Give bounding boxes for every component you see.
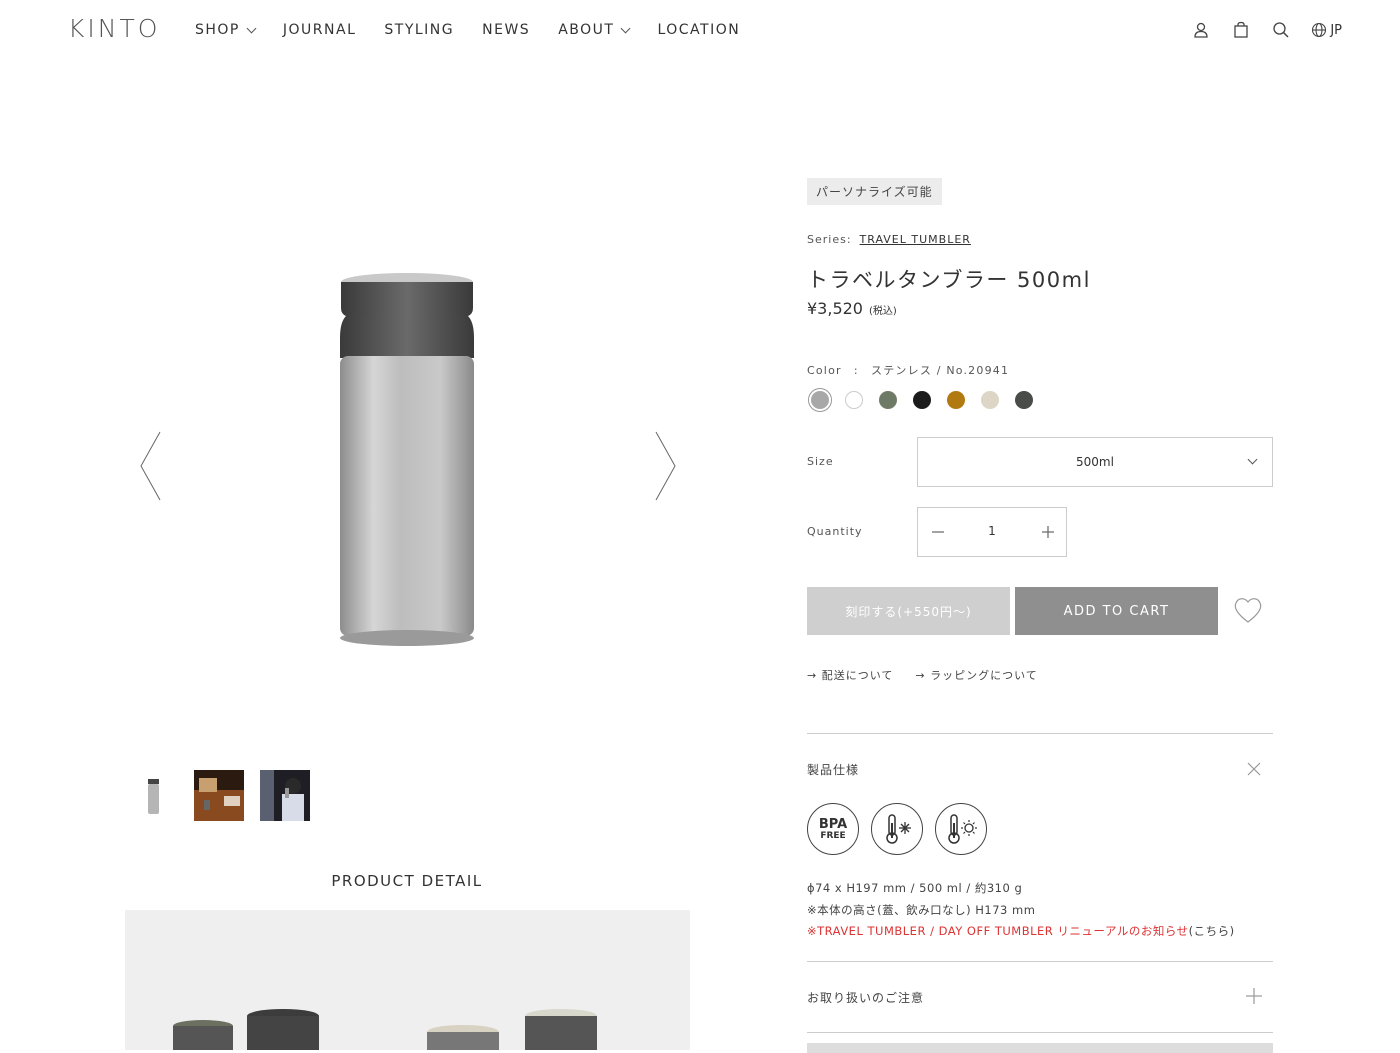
personalize-tag: パーソナライズ可能 <box>807 178 942 205</box>
close-icon[interactable] <box>1245 760 1263 778</box>
next-arrow-icon[interactable] <box>652 430 678 502</box>
color-swatch[interactable] <box>845 391 863 409</box>
thumbnail-cafe-scene[interactable] <box>194 770 244 821</box>
heart-icon[interactable] <box>1232 595 1264 625</box>
chevron-down-icon <box>1247 454 1258 465</box>
nav-about-label: ABOUT <box>558 22 615 38</box>
prev-arrow-icon[interactable] <box>138 430 164 502</box>
quantity-value[interactable]: 1 <box>972 524 1012 538</box>
product-price: ¥3,520 (税込) <box>807 299 897 318</box>
shipping-link[interactable]: → 配送について <box>807 667 893 683</box>
series-link[interactable]: TRAVEL TUMBLER <box>860 233 971 246</box>
spec-badges: BPA FREE <box>807 803 987 855</box>
main-nav: SHOP JOURNAL STYLING NEWS ABOUT LOCATION <box>195 22 768 38</box>
size-value: 500ml <box>1076 455 1114 469</box>
plus-icon[interactable] <box>1038 522 1058 542</box>
color-swatch[interactable] <box>879 391 897 409</box>
minus-icon[interactable] <box>928 522 948 542</box>
bpa-free-icon: BPA FREE <box>807 803 859 855</box>
divider <box>807 1032 1273 1033</box>
info-links: → 配送について → ラッピングについて <box>807 667 1038 683</box>
wrapping-link-label: ラッピングについて <box>930 669 1038 682</box>
arrow-right-icon: → <box>807 669 822 682</box>
product-title: トラベルタンブラー 500ml <box>807 268 1091 292</box>
next-section-bar <box>807 1043 1273 1053</box>
thumbnail-person-drinking[interactable] <box>260 770 310 821</box>
nav-location[interactable]: LOCATION <box>657 22 740 38</box>
nav-journal-label: JOURNAL <box>282 22 357 38</box>
series-label: Series: <box>807 233 852 246</box>
nav-styling-label: STYLING <box>384 22 455 38</box>
tax-note: (税込) <box>868 306 897 317</box>
bpa-text: BPA <box>818 816 848 832</box>
color-label: Color : ステンレス / No.20941 <box>807 364 1010 377</box>
cart-icon[interactable] <box>1231 20 1251 40</box>
hot-thermometer-icon <box>935 803 987 855</box>
add-to-cart-button[interactable]: ADD TO CART <box>1015 587 1218 635</box>
free-text: FREE <box>820 830 846 841</box>
spec-dimensions: ϕ74 x H197 mm / 500 ml / 約310 g <box>807 881 1023 895</box>
divider <box>807 961 1273 962</box>
color-swatch[interactable] <box>981 391 999 409</box>
spec-accordion-header[interactable]: 製品仕様 <box>807 761 859 778</box>
globe-icon <box>1312 22 1327 38</box>
color-swatch[interactable] <box>1015 391 1033 409</box>
quantity-stepper: 1 <box>917 507 1067 557</box>
series-line: Series: TRAVEL TUMBLER <box>807 233 971 246</box>
nav-shop[interactable]: SHOP <box>195 22 257 38</box>
nav-location-label: LOCATION <box>657 22 741 38</box>
size-label: Size <box>807 455 834 468</box>
expand-plus-icon[interactable] <box>1245 987 1263 1005</box>
divider <box>807 733 1273 734</box>
nav-shop-label: SHOP <box>195 22 240 38</box>
color-swatch[interactable] <box>811 391 829 409</box>
care-accordion-header[interactable]: お取り扱いのご注意 <box>807 989 924 1006</box>
product-main-image <box>340 273 474 646</box>
kinto-logo[interactable]: KINTO <box>68 14 160 43</box>
language-label: JP <box>1330 22 1342 38</box>
arrow-right-icon: → <box>915 669 931 682</box>
product-detail-heading: PRODUCT DETAIL <box>331 872 483 890</box>
price-value: ¥3,520 <box>807 299 863 318</box>
header-icons: JP <box>1191 20 1342 40</box>
product-detail-image <box>125 910 690 1050</box>
language-switcher[interactable]: JP <box>1311 22 1342 38</box>
here-link[interactable]: (こちら) <box>1189 924 1235 938</box>
chevron-down-icon <box>621 23 631 33</box>
size-select[interactable]: 500ml <box>917 437 1273 487</box>
color-swatch[interactable] <box>913 391 931 409</box>
nav-news-label: NEWS <box>482 22 531 38</box>
spec-body-height: ※本体の高さ(蓋、飲み口なし) H173 mm <box>807 903 1036 917</box>
chevron-down-icon <box>246 23 257 33</box>
nav-news[interactable]: NEWS <box>482 22 530 38</box>
thumbnail-tumbler[interactable] <box>128 770 178 821</box>
color-swatch[interactable] <box>947 391 965 409</box>
color-swatches <box>811 391 1033 409</box>
cold-thermometer-icon <box>871 803 923 855</box>
account-icon[interactable] <box>1191 20 1211 40</box>
renewal-notice-link[interactable]: ※TRAVEL TUMBLER / DAY OFF TUMBLER リニューアル… <box>807 924 1189 938</box>
shipping-link-label: 配送について <box>821 669 894 682</box>
spec-notice: ※TRAVEL TUMBLER / DAY OFF TUMBLER リニューアル… <box>807 923 1235 939</box>
search-icon[interactable] <box>1271 20 1291 40</box>
quantity-label: Quantity <box>807 525 863 538</box>
nav-about[interactable]: ABOUT <box>558 22 631 38</box>
wrapping-link[interactable]: → ラッピングについて <box>915 667 1037 683</box>
engrave-button[interactable]: 刻印する(+550円〜) <box>807 587 1010 635</box>
nav-journal[interactable]: JOURNAL <box>283 22 356 38</box>
nav-styling[interactable]: STYLING <box>384 22 454 38</box>
